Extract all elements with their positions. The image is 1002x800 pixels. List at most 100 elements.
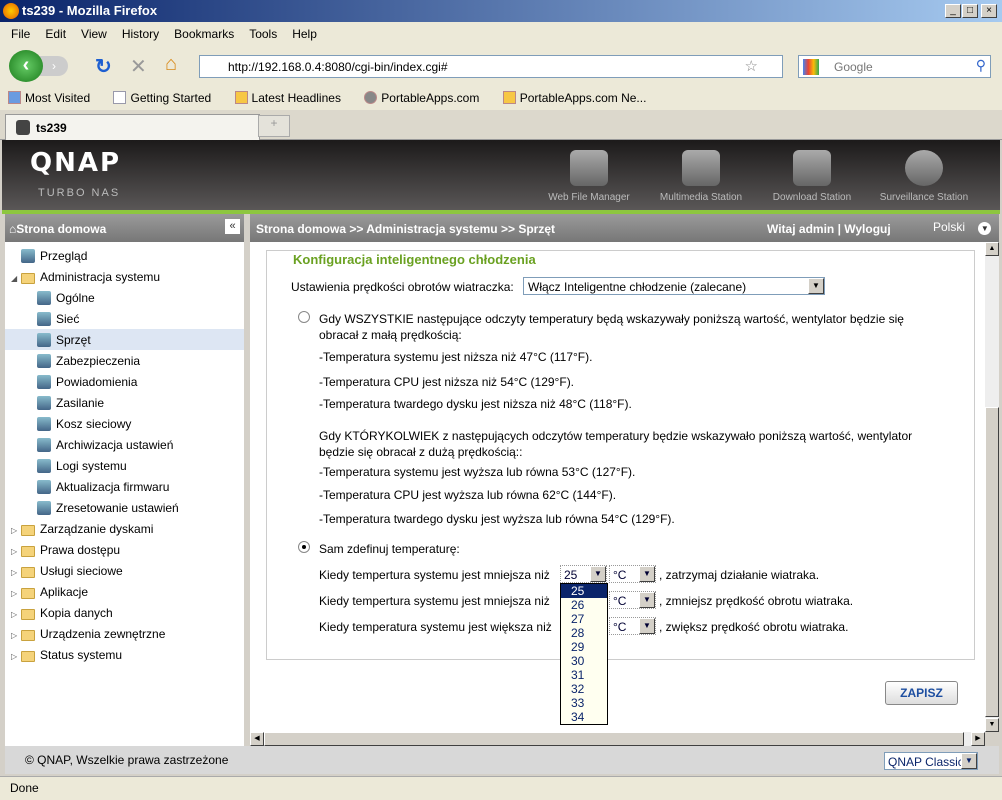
reload-icon[interactable]: ↻ [95, 54, 112, 79]
dropdown-option[interactable]: 28 [561, 626, 607, 640]
bookmark-latest-headlines[interactable]: Latest Headlines [234, 91, 351, 105]
scroll-left-button[interactable]: ◀ [250, 732, 264, 746]
menu-file[interactable]: File [11, 27, 30, 41]
maximize-button[interactable]: □ [962, 4, 978, 18]
smart-cooling-radio[interactable] [298, 311, 310, 323]
sidebar-item[interactable]: ▷ Zarządzanie dyskami [5, 518, 244, 539]
welcome-logout[interactable]: Witaj admin | Wyloguj [767, 222, 891, 236]
sidebar-item[interactable]: Sieć [5, 308, 244, 329]
chevron-down-icon[interactable]: ▼ [639, 592, 655, 608]
unit-select[interactable]: °C ▼ [609, 565, 656, 583]
back-button[interactable]: ‹ [9, 50, 43, 82]
menu-bookmarks[interactable]: Bookmarks [174, 27, 234, 41]
sidebar-item[interactable]: Powiadomienia [5, 371, 244, 392]
dropdown-option[interactable]: 26 [561, 598, 607, 612]
sidebar-item[interactable]: Logi systemu [5, 455, 244, 476]
unit-select[interactable]: °C ▼ [609, 617, 656, 635]
sidebar-header[interactable]: ⌂Strona domowa [5, 214, 244, 242]
sidebar-item[interactable]: ◢ Administracja systemu [5, 266, 244, 287]
menu-history[interactable]: History [122, 27, 159, 41]
chevron-down-icon[interactable]: ▼ [639, 566, 655, 582]
dropdown-option[interactable]: 31 [561, 668, 607, 682]
chevron-down-icon[interactable]: ▼ [639, 618, 655, 634]
bookmark-star-icon[interactable]: ☆ [745, 57, 758, 75]
dropdown-option[interactable]: 33 [561, 696, 607, 710]
sidebar-item[interactable]: ▷ Urządzenia zewnętrzne [5, 623, 244, 644]
download-station-link[interactable]: Download Station [756, 150, 868, 203]
web-file-manager-link[interactable]: Web File Manager [533, 150, 645, 203]
chevron-down-icon[interactable]: ▼ [590, 566, 606, 582]
dropdown-option[interactable]: 30 [561, 654, 607, 668]
minimize-button[interactable]: _ [945, 4, 961, 18]
dropdown-option[interactable]: 29 [561, 640, 607, 654]
chevron-down-icon[interactable]: ▼ [961, 753, 977, 769]
collapsed-arrow-icon[interactable]: ▷ [11, 589, 21, 598]
bookmark-portableapps-news[interactable]: PortableApps.com Ne... [502, 91, 657, 105]
home-icon[interactable]: ⌂ [165, 53, 177, 76]
chevron-down-icon[interactable]: ▼ [808, 278, 824, 294]
sidebar-item[interactable]: ▷ Status systemu [5, 644, 244, 665]
search-input[interactable]: Google ⚲ [798, 55, 991, 78]
menu-view[interactable]: View [81, 27, 107, 41]
bookmark-most-visited[interactable]: Most Visited [8, 91, 100, 105]
temperature-select[interactable]: 25 ▼ [560, 565, 607, 583]
sidebar-item[interactable]: Aktualizacja firmwaru [5, 476, 244, 497]
sidebar-item[interactable]: Archiwizacja ustawień [5, 434, 244, 455]
language-select[interactable]: Polski ▼ [933, 220, 992, 235]
temperature-dropdown-list[interactable]: 25 26 27 28 29 30 31 32 33 34 [560, 583, 608, 725]
menu-edit[interactable]: Edit [45, 27, 66, 41]
google-icon[interactable] [803, 59, 819, 75]
collapsed-arrow-icon[interactable]: ▷ [11, 652, 21, 661]
collapsed-arrow-icon[interactable]: ▷ [11, 526, 21, 535]
bookmark-portableapps[interactable]: PortableApps.com [364, 91, 489, 105]
sidebar-item[interactable]: Zabezpieczenia [5, 350, 244, 371]
collapsed-arrow-icon[interactable]: ▷ [11, 631, 21, 640]
dropdown-option[interactable]: 34 [561, 710, 607, 724]
collapsed-arrow-icon[interactable]: ▷ [11, 547, 21, 556]
menu-tools[interactable]: Tools [249, 27, 277, 41]
sidebar-item[interactable]: ▷ Aplikacje [5, 581, 244, 602]
app-label: Multimedia Station [659, 192, 743, 203]
save-button[interactable]: ZAPISZ [885, 681, 958, 705]
sidebar-item[interactable]: Ogólne [5, 287, 244, 308]
close-button[interactable]: × [981, 4, 997, 18]
sidebar-item[interactable]: Zasilanie [5, 392, 244, 413]
custom-temp-radio[interactable] [298, 541, 310, 553]
search-icon[interactable]: ⚲ [976, 57, 986, 74]
collapse-sidebar-button[interactable]: « [225, 219, 240, 234]
sidebar-item[interactable]: ▷ Prawa dostępu [5, 539, 244, 560]
theme-select[interactable]: QNAP Classic ▼ [884, 752, 978, 770]
collapsed-arrow-icon[interactable]: ▷ [11, 568, 21, 577]
scroll-thumb[interactable] [985, 407, 999, 717]
vertical-scrollbar[interactable]: ▲ ▼ [985, 242, 999, 732]
sidebar-item[interactable]: ▷ Usługi sieciowe [5, 560, 244, 581]
stop-icon[interactable]: ✕ [130, 54, 147, 79]
scroll-up-button[interactable]: ▲ [985, 242, 999, 256]
horizontal-scrollbar[interactable]: ◀ ▶ [250, 732, 985, 746]
dropdown-option[interactable]: 27 [561, 612, 607, 626]
scroll-thumb[interactable] [264, 732, 964, 746]
sidebar-item[interactable]: Sprzęt [5, 329, 244, 350]
sidebar-item[interactable]: Przegląd [5, 245, 244, 266]
menu-help[interactable]: Help [292, 27, 317, 41]
scroll-down-button[interactable]: ▼ [985, 718, 999, 732]
surveillance-station-link[interactable]: Surveillance Station [868, 150, 980, 203]
expanded-arrow-icon[interactable]: ◢ [11, 274, 21, 283]
dropdown-option[interactable]: 32 [561, 682, 607, 696]
dropdown-option[interactable]: 25 [561, 584, 607, 598]
bookmark-getting-started[interactable]: Getting Started [113, 91, 221, 105]
url-bar[interactable]: http://192.168.0.4:8080/cgi-bin/index.cg… [199, 55, 783, 78]
threshold-text: Gdy KTÓRYKOLWIEK z następujących odczytó… [319, 429, 913, 443]
tab-ts239[interactable]: ts239 [5, 114, 260, 140]
fan-speed-select[interactable]: Włącz Inteligentne chłodzenie (zalecane)… [523, 277, 825, 295]
sidebar-item-label: Urządzenia zewnętrzne [40, 627, 166, 641]
sidebar-item[interactable]: ▷ Kopia danych [5, 602, 244, 623]
collapsed-arrow-icon[interactable]: ▷ [11, 610, 21, 619]
scroll-right-button[interactable]: ▶ [971, 732, 985, 746]
unit-select[interactable]: °C ▼ [609, 591, 656, 609]
multimedia-station-link[interactable]: Multimedia Station [645, 150, 757, 203]
forward-button[interactable]: › [40, 56, 68, 76]
new-tab-button[interactable]: + [258, 115, 290, 137]
sidebar-item[interactable]: Kosz sieciowy [5, 413, 244, 434]
sidebar-item[interactable]: Zresetowanie ustawień [5, 497, 244, 518]
